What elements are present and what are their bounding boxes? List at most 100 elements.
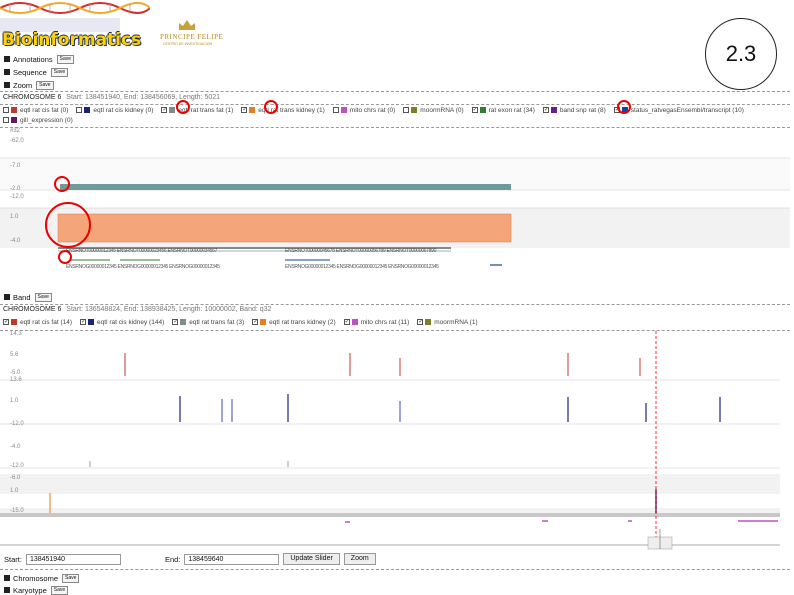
track-label: mito chrs rat (0): [349, 106, 396, 114]
track-color-swatch: [425, 319, 432, 325]
track-toggle[interactable]: ✓ mito chrs rat (11): [343, 317, 410, 327]
collapse-icon[interactable]: [4, 575, 10, 581]
app-header: Bioinformatics PRINCIPE FELIPE CENTRO DE…: [0, 0, 794, 52]
track-color-swatch: [169, 107, 176, 113]
track-checkbox[interactable]: [76, 107, 83, 113]
band-tick: -5.0: [10, 370, 21, 376]
track-label: gill_expression (0): [20, 116, 73, 124]
track-toggle[interactable]: eqtl rat cis kidney (0): [76, 105, 153, 115]
update-slider-button[interactable]: Update Slider: [283, 553, 340, 565]
track-checkbox[interactable]: ✓: [80, 319, 86, 325]
band-tick: -4.0: [10, 444, 21, 450]
track-toggle[interactable]: ✓ status_ratvegasEnsembl/transcript (10): [613, 105, 744, 115]
annotations-save-button[interactable]: Save: [56, 54, 75, 64]
chromosome-save-button[interactable]: Save: [62, 573, 80, 583]
track-color-swatch: [11, 107, 17, 113]
sequence-label: Sequence: [13, 67, 47, 77]
band-tick: 5.6: [10, 352, 19, 358]
track-checkbox[interactable]: [332, 107, 339, 113]
track-label: eqtl rat trans fat (3): [189, 318, 245, 326]
trans-kidney-bar[interactable]: [57, 213, 512, 243]
divider: [0, 569, 790, 570]
crown-icon: [179, 20, 195, 30]
track-label: mito chrs rat (11): [360, 318, 410, 326]
track-color-swatch: [84, 107, 91, 113]
track-checkbox[interactable]: [3, 117, 9, 123]
track-toggle[interactable]: mito chrs rat (0): [332, 105, 396, 115]
zoom-save-button[interactable]: Save: [36, 80, 54, 90]
track-checkbox[interactable]: ✓: [252, 319, 258, 325]
band-tick: -12.0: [10, 463, 24, 469]
track-checkbox[interactable]: ✓: [3, 319, 9, 325]
zoom-axis-top: #32: [10, 128, 21, 134]
track-toggle[interactable]: ✓ eqtl rat trans kidney (2): [252, 317, 336, 327]
track-toggle[interactable]: ✓ rat exon rat (34): [471, 105, 535, 115]
track-checkbox[interactable]: ✓: [417, 319, 423, 325]
gene-labels-bottom: ENSRNOG00000012345 ENSRNOG00000012345 EN…: [66, 264, 220, 270]
collapse-icon[interactable]: [4, 294, 10, 300]
zoom-track-canvas[interactable]: [0, 128, 794, 278]
annotations-section[interactable]: Annotations Save: [0, 53, 794, 65]
karyotype-section[interactable]: Karyotype Save: [0, 584, 794, 595]
track-checkbox[interactable]: ✓: [542, 107, 549, 113]
track-checkbox[interactable]: ✓: [343, 319, 350, 325]
zoom-chromosome-info: CHROMOSOME 6 Start: 138451940, End: 1384…: [3, 94, 220, 101]
sequence-section[interactable]: Sequence Save: [0, 66, 794, 78]
zoom-button[interactable]: Zoom: [343, 553, 376, 565]
chromosome-label: Chromosome: [13, 573, 59, 583]
end-label: End:: [164, 554, 181, 564]
band-tick: 14.3: [10, 331, 22, 337]
track-toggle[interactable]: ✓ eqtl rat trans fat (1): [161, 105, 233, 115]
chromosome-section[interactable]: Chromosome Save: [0, 572, 794, 584]
track-checkbox[interactable]: [3, 107, 9, 113]
partner-name: PRINCIPE FELIPE: [160, 33, 224, 41]
track-toggle[interactable]: moormRNA (0): [403, 105, 464, 115]
zoom-chrom-title: CHROMOSOME 6: [3, 94, 62, 101]
divider: [0, 91, 790, 92]
zoom-section[interactable]: Zoom Save: [0, 79, 794, 91]
zoom-tick: 1.0: [10, 214, 19, 220]
slider-controls: Start: 138451940 End: 138459640 Update S…: [4, 553, 380, 565]
trans-fat-bar[interactable]: [60, 184, 511, 190]
band-tick: 1.0: [10, 488, 19, 494]
highlight-circle: [58, 250, 72, 264]
track-color-swatch: [351, 319, 358, 325]
collapse-icon[interactable]: [4, 587, 10, 593]
track-toggle[interactable]: gill_expression (0): [3, 115, 73, 125]
start-input[interactable]: 138451940: [25, 553, 121, 565]
track-color-swatch: [411, 107, 418, 113]
highlight-circle: [617, 100, 631, 114]
track-checkbox[interactable]: ✓: [471, 107, 478, 113]
gene-labels-top: ENSRNOT00000012345 ENSRNOT00000023456 EN…: [66, 248, 218, 254]
track-color-swatch: [479, 107, 486, 113]
karyotype-save-button[interactable]: Save: [50, 585, 69, 595]
band-section[interactable]: Band Save: [0, 291, 794, 303]
track-color-swatch: [550, 107, 557, 113]
track-label: rat exon rat (34): [488, 106, 535, 114]
track-toggle[interactable]: ✓ moormRNA (1): [417, 317, 478, 327]
zoom-tick: -2.0: [10, 186, 21, 192]
track-toggle[interactable]: ✓ eqtl rat trans kidney (1): [241, 105, 325, 115]
track-toggle[interactable]: ✓ band snp rat (8): [542, 105, 606, 115]
band-save-button[interactable]: Save: [34, 292, 52, 302]
track-checkbox[interactable]: ✓: [161, 107, 167, 113]
collapse-icon[interactable]: [4, 69, 10, 75]
collapse-icon[interactable]: [4, 82, 10, 88]
band-tick: -15.0: [10, 508, 24, 514]
track-toggle[interactable]: eqtl rat cis fat (0): [3, 105, 68, 115]
track-toggle[interactable]: ✓ eqtl rat trans fat (3): [172, 317, 244, 327]
track-toggle[interactable]: ✓ eqtl rat cis kidney (144): [80, 317, 164, 327]
end-input[interactable]: 138459640: [184, 553, 280, 565]
track-checkbox[interactable]: [403, 107, 410, 113]
track-label: moormRNA (1): [434, 318, 478, 326]
band-tick: 1.0: [10, 398, 19, 404]
band-track-canvas[interactable]: [0, 331, 794, 551]
track-checkbox[interactable]: ✓: [241, 107, 247, 113]
sequence-save-button[interactable]: Save: [50, 67, 69, 77]
track-color-swatch: [11, 117, 17, 123]
zoom-tick: -4.0: [10, 238, 21, 244]
track-checkbox[interactable]: ✓: [172, 319, 178, 325]
track-toggle[interactable]: ✓ eqtl rat cis fat (14): [3, 317, 72, 327]
zoom-tick: -62.0: [10, 138, 24, 144]
collapse-icon[interactable]: [4, 56, 10, 62]
